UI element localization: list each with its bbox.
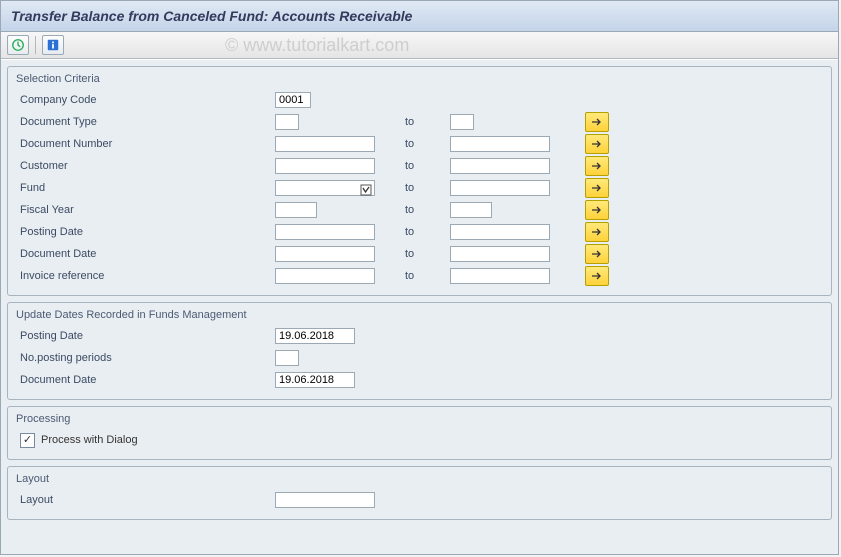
- group-title-selection: Selection Criteria: [16, 73, 823, 85]
- label-invoice-reference: Invoice reference: [16, 270, 275, 282]
- input-doc-number-from[interactable]: [275, 136, 375, 152]
- right-arrow-icon: [591, 205, 603, 215]
- input-company-code[interactable]: [275, 92, 311, 108]
- label-fund: Fund: [16, 182, 275, 194]
- right-arrow-icon: [591, 183, 603, 193]
- group-selection-criteria: Selection Criteria Company Code Document…: [7, 66, 832, 296]
- label-document-number: Document Number: [16, 138, 275, 150]
- right-arrow-icon: [591, 117, 603, 127]
- row-ud-posting-date: Posting Date: [16, 325, 823, 347]
- toolbar: [1, 32, 838, 59]
- info-icon: [46, 38, 60, 52]
- group-processing: Processing ✓ Process with Dialog: [7, 406, 832, 460]
- multi-select-invoice-ref[interactable]: [585, 266, 609, 286]
- row-layout: Layout: [16, 489, 823, 511]
- label-document-date: Document Date: [16, 248, 275, 260]
- input-ud-posting-date[interactable]: [275, 328, 355, 344]
- execute-icon: [11, 38, 25, 52]
- input-doc-number-to[interactable]: [450, 136, 550, 152]
- app-window: Transfer Balance from Canceled Fund: Acc…: [0, 0, 839, 555]
- input-customer-from[interactable]: [275, 158, 375, 174]
- input-invoice-ref-to[interactable]: [450, 268, 550, 284]
- window-title: Transfer Balance from Canceled Fund: Acc…: [11, 8, 412, 24]
- group-title-layout: Layout: [16, 473, 823, 485]
- input-document-date-from[interactable]: [275, 246, 375, 262]
- execute-button[interactable]: [7, 35, 29, 55]
- input-customer-to[interactable]: [450, 158, 550, 174]
- to-label: to: [395, 204, 450, 216]
- multi-select-document-date[interactable]: [585, 244, 609, 264]
- input-doc-type-to[interactable]: [450, 114, 474, 130]
- group-title-processing: Processing: [16, 413, 823, 425]
- row-ud-no-periods: No.posting periods: [16, 347, 823, 369]
- row-process-dialog: ✓ Process with Dialog: [16, 429, 823, 451]
- lookup-icon[interactable]: [359, 183, 373, 197]
- label-document-type: Document Type: [16, 116, 275, 128]
- label-ud-no-periods: No.posting periods: [16, 352, 275, 364]
- label-ud-document-date: Document Date: [16, 374, 275, 386]
- multi-select-posting-date[interactable]: [585, 222, 609, 242]
- row-document-type: Document Type to: [16, 111, 823, 133]
- label-posting-date: Posting Date: [16, 226, 275, 238]
- row-ud-document-date: Document Date: [16, 369, 823, 391]
- input-fund-to[interactable]: [450, 180, 550, 196]
- input-document-date-to[interactable]: [450, 246, 550, 262]
- input-posting-date-to[interactable]: [450, 224, 550, 240]
- right-arrow-icon: [591, 271, 603, 281]
- to-label: to: [395, 116, 450, 128]
- row-customer: Customer to: [16, 155, 823, 177]
- right-arrow-icon: [591, 227, 603, 237]
- to-label: to: [395, 160, 450, 172]
- label-fiscal-year: Fiscal Year: [16, 204, 275, 216]
- input-invoice-ref-from[interactable]: [275, 268, 375, 284]
- row-document-number: Document Number to: [16, 133, 823, 155]
- multi-select-customer[interactable]: [585, 156, 609, 176]
- input-fiscal-year-to[interactable]: [450, 202, 492, 218]
- label-layout: Layout: [16, 494, 275, 506]
- to-label: to: [395, 226, 450, 238]
- row-invoice-reference: Invoice reference to: [16, 265, 823, 287]
- group-title-update-dates: Update Dates Recorded in Funds Managemen…: [16, 309, 823, 321]
- titlebar: Transfer Balance from Canceled Fund: Acc…: [1, 1, 838, 32]
- to-label: to: [395, 248, 450, 260]
- info-button[interactable]: [42, 35, 64, 55]
- to-label: to: [395, 182, 450, 194]
- group-layout: Layout Layout: [7, 466, 832, 520]
- multi-select-fund[interactable]: [585, 178, 609, 198]
- input-layout[interactable]: [275, 492, 375, 508]
- toolbar-separator: [35, 36, 36, 54]
- content-area: Selection Criteria Company Code Document…: [1, 59, 838, 554]
- to-label: to: [395, 270, 450, 282]
- multi-select-doc-type[interactable]: [585, 112, 609, 132]
- right-arrow-icon: [591, 139, 603, 149]
- label-customer: Customer: [16, 160, 275, 172]
- row-fund: Fund to: [16, 177, 823, 199]
- label-company-code: Company Code: [16, 94, 275, 106]
- input-ud-document-date[interactable]: [275, 372, 355, 388]
- input-posting-date-from[interactable]: [275, 224, 375, 240]
- input-ud-no-periods[interactable]: [275, 350, 299, 366]
- input-doc-type-from[interactable]: [275, 114, 299, 130]
- row-posting-date: Posting Date to: [16, 221, 823, 243]
- row-company-code: Company Code: [16, 89, 823, 111]
- input-fiscal-year-from[interactable]: [275, 202, 317, 218]
- group-update-dates: Update Dates Recorded in Funds Managemen…: [7, 302, 832, 400]
- row-fiscal-year: Fiscal Year to: [16, 199, 823, 221]
- label-ud-posting-date: Posting Date: [16, 330, 275, 342]
- row-document-date: Document Date to: [16, 243, 823, 265]
- right-arrow-icon: [591, 249, 603, 259]
- checkbox-process-dialog[interactable]: ✓: [20, 433, 35, 448]
- label-process-dialog: Process with Dialog: [41, 434, 138, 446]
- multi-select-doc-number[interactable]: [585, 134, 609, 154]
- to-label: to: [395, 138, 450, 150]
- right-arrow-icon: [591, 161, 603, 171]
- multi-select-fiscal-year[interactable]: [585, 200, 609, 220]
